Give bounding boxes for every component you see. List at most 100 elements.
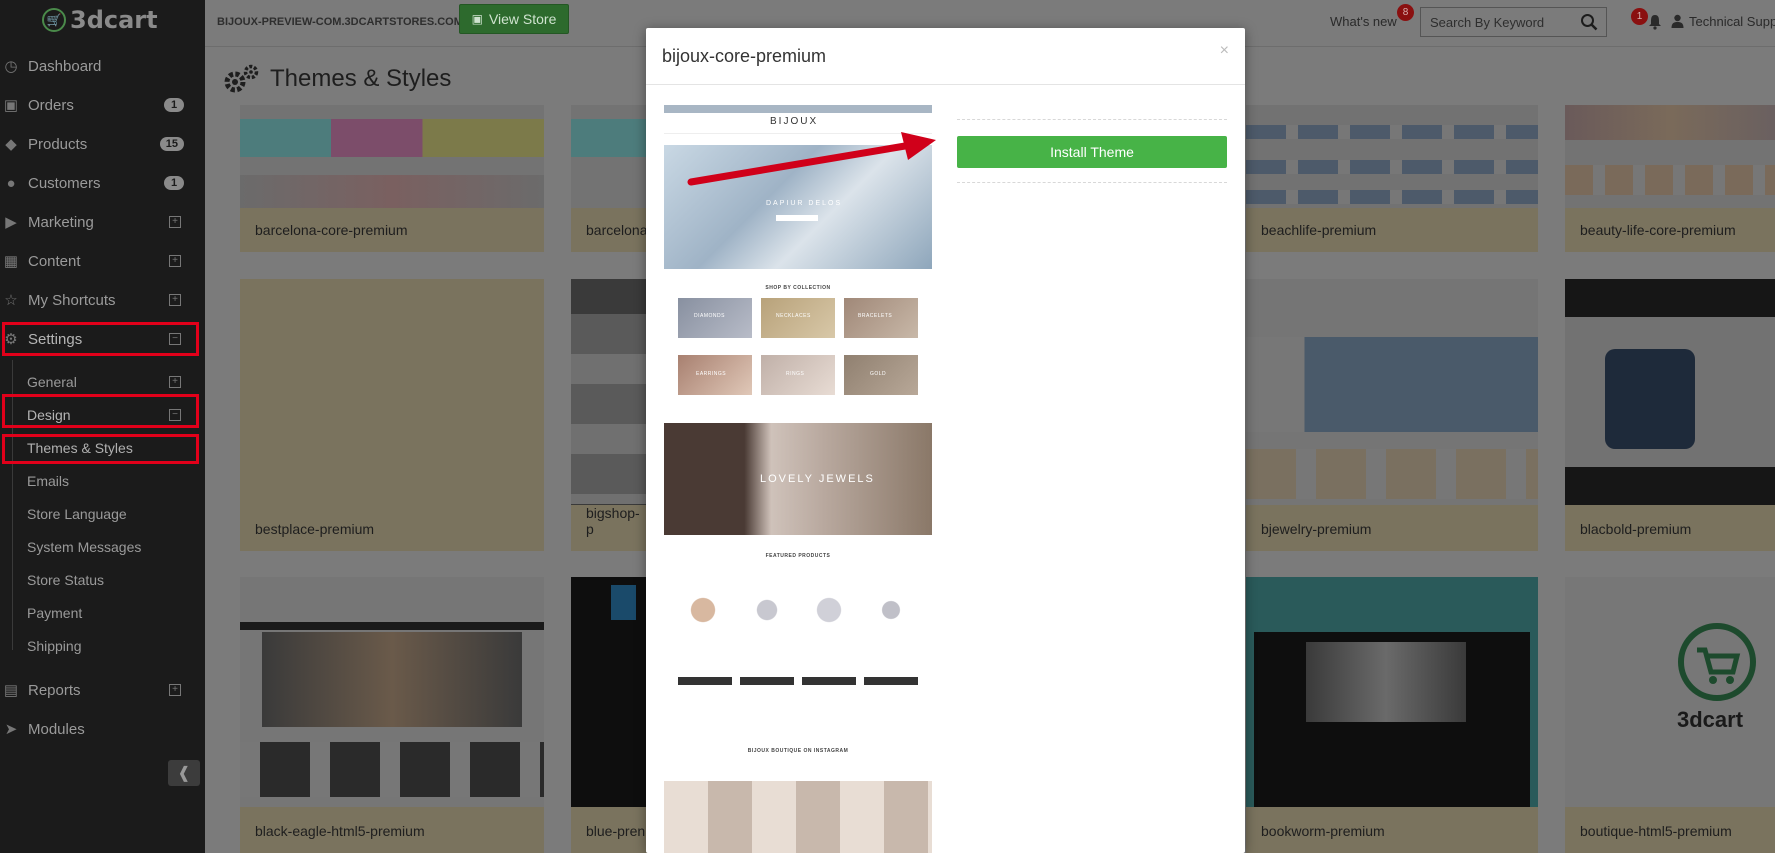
user-menu[interactable]: Technical Supp xyxy=(1689,14,1775,29)
arrow-left-circle-icon: ❰ xyxy=(177,765,191,782)
highlight-box-themes xyxy=(2,434,199,464)
theme-preview-modal: bijoux-core-premium × BIJOUX DAPIUR DELO… xyxy=(646,28,1245,853)
expand-icon[interactable]: + xyxy=(169,216,181,228)
annotation-arrow-icon xyxy=(687,132,936,186)
sidebar-subitem-store-status[interactable]: Store Status xyxy=(0,566,205,594)
sidebar-subitem-shipping[interactable]: Shipping xyxy=(0,632,205,660)
install-divider xyxy=(957,119,1227,120)
megaphone-icon: ▶ xyxy=(5,214,17,231)
theme-thumbnail[interactable] xyxy=(571,577,647,807)
theme-card[interactable]: bestplace-premium xyxy=(240,279,544,551)
sidebar-item-label: Dashboard xyxy=(28,57,102,75)
sidebar-item-reports[interactable]: ▤ Reports + xyxy=(0,676,205,704)
preview-brand: BIJOUX xyxy=(770,116,819,127)
theme-name: bigshop-p xyxy=(586,505,640,537)
thumbnail-logo xyxy=(611,585,636,620)
theme-card[interactable]: bjewelry-premium xyxy=(1246,279,1538,551)
search-icon[interactable] xyxy=(1580,13,1598,31)
theme-card[interactable]: blacbold-premium xyxy=(1565,279,1775,551)
store-url[interactable]: BIJOUX-PREVIEW-COM.3DCARTSTORES.COM xyxy=(217,16,463,28)
view-store-label: View Store xyxy=(488,11,557,27)
thumbnail-logo-text: 3dcart xyxy=(1677,707,1744,732)
preview-product xyxy=(866,580,916,640)
preview-collection-label: NECKLACES xyxy=(776,313,811,319)
theme-thumbnail[interactable] xyxy=(1565,105,1775,208)
theme-preview-image: BIJOUX DAPIUR DELOS SHOP BY COLLECTION D… xyxy=(664,105,932,853)
logo[interactable]: 🛒 3dcart xyxy=(42,4,158,36)
expand-icon[interactable]: + xyxy=(169,376,181,388)
monitor-icon: ▣ xyxy=(471,12,483,26)
cart-logo-icon: 🛒 xyxy=(42,8,66,32)
sidebar-item-marketing[interactable]: ▶ Marketing + xyxy=(0,208,205,236)
theme-card[interactable]: black-eagle-html5-premium xyxy=(240,577,544,853)
theme-thumbnail[interactable] xyxy=(240,105,544,208)
thumbnail-products xyxy=(1246,190,1538,204)
theme-name: beauty-life-core-premium xyxy=(1580,222,1736,238)
theme-thumbnail[interactable] xyxy=(571,279,647,505)
preview-collection-label: EARRINGS xyxy=(696,371,727,377)
preview-featured-heading: FEATURED PRODUCTS xyxy=(765,553,831,559)
theme-card[interactable]: blue-pren xyxy=(571,577,647,853)
sidebar-subitem-label: Store Status xyxy=(27,572,105,588)
user-icon[interactable] xyxy=(1671,14,1684,28)
theme-card[interactable]: beachlife-premium xyxy=(1246,105,1538,252)
theme-name: boutique-html5-premium xyxy=(1580,823,1732,839)
expand-icon[interactable]: + xyxy=(169,684,181,696)
sidebar-subitem-payment[interactable]: Payment xyxy=(0,599,205,627)
preview-select-button xyxy=(740,677,794,685)
preview-banner-text: LOVELY JEWELS xyxy=(760,473,875,485)
modal-divider xyxy=(646,84,1245,85)
theme-thumbnail[interactable] xyxy=(571,105,647,208)
thumbnail-banner xyxy=(1565,105,1775,140)
theme-card[interactable]: barcelona-core-premium xyxy=(240,105,544,252)
sidebar-subitem-label: Emails xyxy=(27,473,70,489)
theme-thumbnail[interactable]: 3dcart xyxy=(1565,577,1775,807)
sidebar-item-orders[interactable]: ▣ Orders 1 xyxy=(0,91,205,119)
sidebar-item-my-shortcuts[interactable]: ☆ My Shortcuts + xyxy=(0,286,205,314)
modal-title: bijoux-core-premium xyxy=(662,46,827,66)
sidebar-item-modules[interactable]: ➤ Modules xyxy=(0,715,205,743)
theme-thumbnail[interactable] xyxy=(1565,279,1775,505)
tag-icon: ◆ xyxy=(5,136,17,153)
theme-card[interactable]: bigshop-p xyxy=(571,279,647,551)
theme-card[interactable]: beauty-life-core-premium xyxy=(1565,105,1775,252)
install-theme-button[interactable]: Install Theme xyxy=(957,136,1227,168)
theme-thumbnail[interactable] xyxy=(1246,279,1538,505)
sidebar-item-label: My Shortcuts xyxy=(28,291,116,309)
whats-new-link[interactable]: What's new xyxy=(1330,14,1397,29)
collapse-sidebar-button[interactable]: ❰ xyxy=(168,760,200,786)
sidebar-subitem-emails[interactable]: Emails xyxy=(0,467,205,495)
theme-card[interactable]: barcelona xyxy=(571,105,648,252)
theme-name: barcelona xyxy=(586,222,648,238)
view-store-button[interactable]: ▣ View Store xyxy=(459,4,569,34)
expand-icon[interactable]: + xyxy=(169,294,181,306)
expand-icon[interactable]: + xyxy=(169,255,181,267)
theme-card[interactable]: bookworm-premium xyxy=(1246,577,1538,853)
sidebar-item-products[interactable]: ◆ Products 15 xyxy=(0,130,205,158)
sidebar-item-label: Products xyxy=(28,135,88,153)
sidebar-item-content[interactable]: ▦ Content + xyxy=(0,247,205,275)
sidebar-item-dashboard[interactable]: ◷ Dashboard xyxy=(0,52,205,80)
sidebar-item-label: Orders xyxy=(28,96,74,114)
install-divider xyxy=(957,182,1227,183)
theme-name: bestplace-premium xyxy=(255,521,375,537)
sidebar-subitem-label: General xyxy=(27,374,77,390)
search-input[interactable] xyxy=(1421,8,1571,36)
star-icon: ☆ xyxy=(4,292,18,309)
notification-count-badge: 1 xyxy=(1631,8,1648,25)
close-icon[interactable]: × xyxy=(1220,42,1229,60)
thumbnail-products xyxy=(240,175,544,208)
theme-card[interactable]: 3dcart boutique-html5-premium xyxy=(1565,577,1775,853)
thumbnail-banner xyxy=(1306,642,1466,722)
sidebar-subitem-store-language[interactable]: Store Language xyxy=(0,500,205,528)
sidebar-subitem-system-messages[interactable]: System Messages xyxy=(0,533,205,561)
theme-thumbnail[interactable] xyxy=(1246,105,1538,208)
bell-icon[interactable] xyxy=(1648,14,1662,30)
sidebar-item-customers[interactable]: ● Customers 1 xyxy=(0,169,205,197)
sidebar-subitem-general[interactable]: General + xyxy=(0,368,205,396)
preview-collection-label: RINGS xyxy=(786,371,805,377)
preview-hero-text: DAPIUR DELOS xyxy=(766,200,843,207)
theme-thumbnail[interactable] xyxy=(1246,577,1538,807)
theme-thumbnail[interactable] xyxy=(240,577,544,807)
preview-product xyxy=(742,580,792,640)
